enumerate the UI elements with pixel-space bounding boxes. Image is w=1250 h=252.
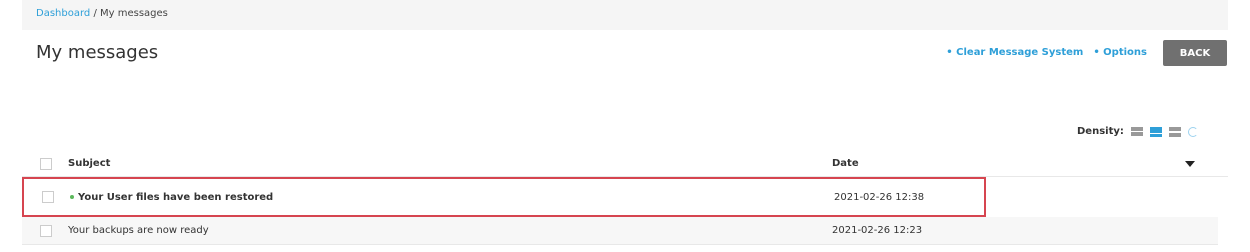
density-compact-icon[interactable]	[1130, 126, 1143, 137]
date-column-header[interactable]: Date	[832, 158, 859, 169]
message-date: 2021-02-26 12:23	[832, 225, 923, 236]
row-checkbox[interactable]	[40, 224, 52, 237]
back-button[interactable]: BACK	[1163, 40, 1227, 66]
breadcrumb: Dashboard / My messages	[22, 0, 1228, 30]
row-checkbox[interactable]	[42, 191, 54, 203]
density-controls: Density:	[1077, 126, 1198, 137]
table-header-row: Subject Date	[22, 151, 1228, 177]
table-row[interactable]: Your backups are now ready 2021-02-26 12…	[22, 217, 1218, 245]
page-title: My messages	[36, 42, 159, 63]
refresh-icon[interactable]	[1187, 126, 1198, 137]
header-actions: • Clear Message System • Options	[946, 47, 1147, 58]
message-subject[interactable]: Your User files have been restored	[70, 192, 273, 203]
message-subject[interactable]: Your backups are now ready	[68, 225, 209, 236]
breadcrumb-current: My messages	[100, 8, 168, 19]
breadcrumb-separator: /	[90, 8, 100, 19]
message-date: 2021-02-26 12:38	[834, 191, 925, 203]
unread-indicator-icon	[70, 194, 74, 199]
density-normal-icon[interactable]	[1149, 126, 1162, 137]
options-link[interactable]: • Options	[1093, 47, 1147, 58]
table-row[interactable]: Your User files have been restored 2021-…	[22, 177, 986, 217]
subject-column-header[interactable]: Subject	[68, 158, 110, 169]
density-label: Density:	[1077, 126, 1124, 137]
density-large-icon[interactable]	[1168, 126, 1181, 137]
select-all-checkbox[interactable]	[40, 157, 52, 170]
sort-dropdown-icon[interactable]	[1185, 160, 1195, 167]
breadcrumb-dashboard-link[interactable]: Dashboard	[36, 8, 90, 19]
clear-message-system-link[interactable]: • Clear Message System	[946, 47, 1083, 58]
messages-table: Subject Date Your User files have been r…	[22, 151, 1228, 245]
